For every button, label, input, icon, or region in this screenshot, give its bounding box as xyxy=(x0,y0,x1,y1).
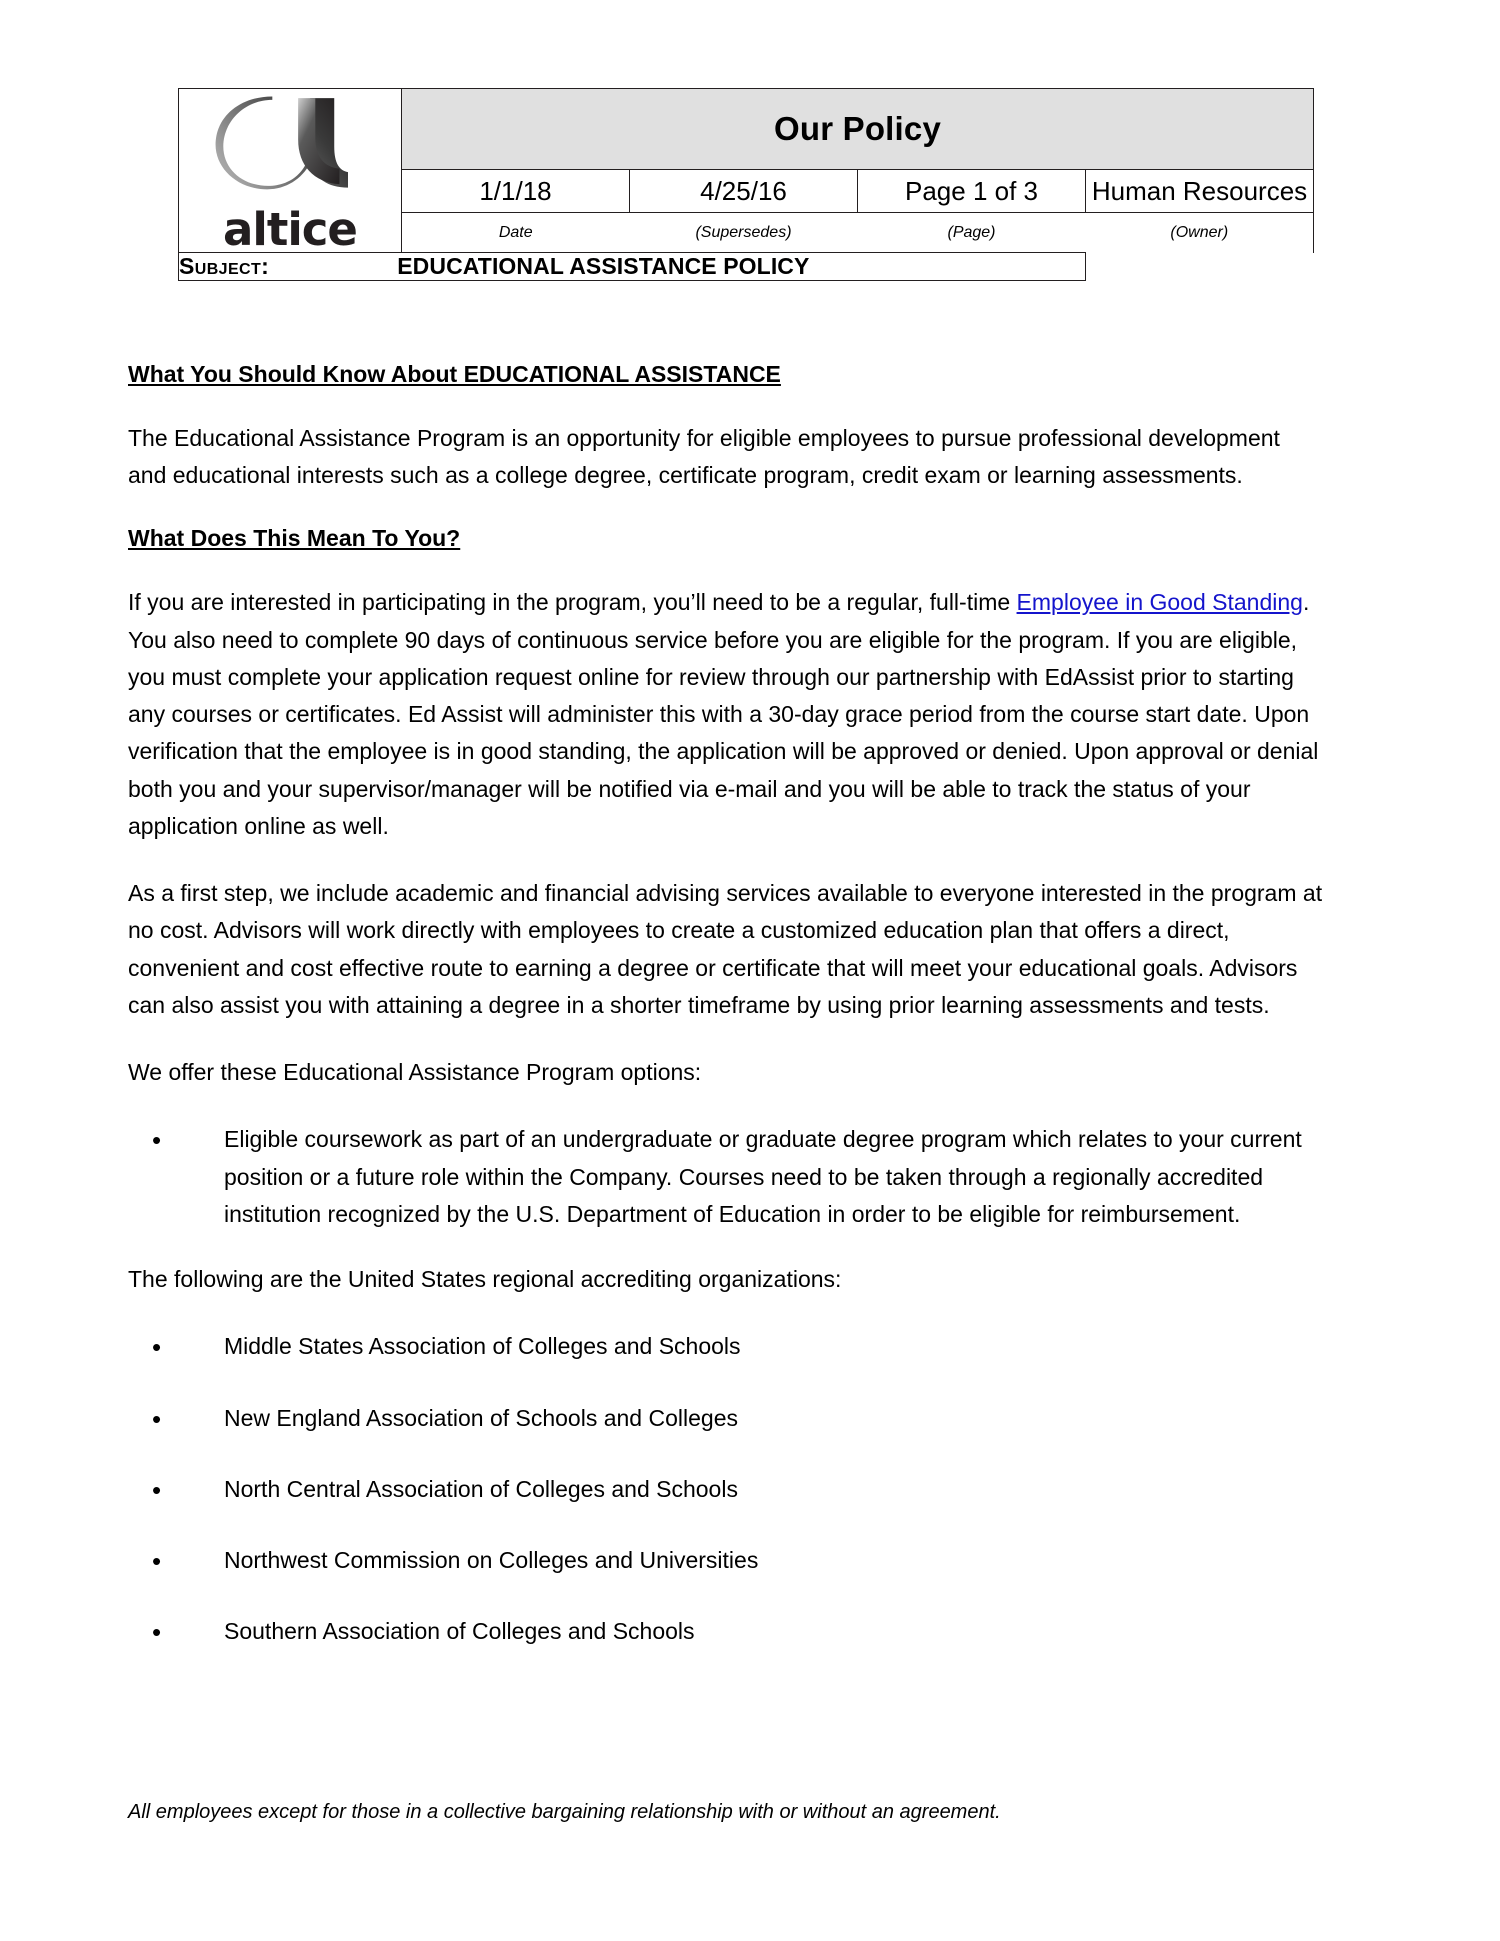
header-value-supersedes: 4/25/16 xyxy=(629,169,858,213)
header-value-owner: Human Resources xyxy=(1085,169,1314,213)
list-item: Middle States Association of Colleges an… xyxy=(128,1326,1324,1368)
subject-label: Subject: xyxy=(179,253,270,279)
employee-in-good-standing-link[interactable]: Employee in Good Standing xyxy=(1017,589,1303,615)
paragraph-eligibility: If you are interested in participating i… xyxy=(128,584,1324,845)
policy-document-page: altice Our Policy 1/1/18 4/25/16 Page 1 … xyxy=(0,0,1500,1941)
logo-cell: altice xyxy=(178,88,402,253)
document-body: What You Should Know About EDUCATIONAL A… xyxy=(128,360,1324,1685)
header-title-row: altice Our Policy xyxy=(178,87,1314,253)
list-item: Northwest Commission on Colleges and Uni… xyxy=(128,1540,1324,1582)
paragraph-program-overview: The Educational Assistance Program is an… xyxy=(128,424,1280,489)
paragraph-advising-services: As a first step, we include academic and… xyxy=(128,880,1323,1018)
altice-logo: altice xyxy=(179,95,401,252)
paragraph-accreditors-intro: The following are the United States regi… xyxy=(128,1266,842,1293)
subject-cell: Subject: EDUCATIONAL ASSISTANCE POLICY xyxy=(178,252,1086,281)
options-bullet-list: Eligible coursework as part of an underg… xyxy=(128,1119,1324,1233)
header-value-date: 1/1/18 xyxy=(401,169,630,213)
list-item: New England Association of Schools and C… xyxy=(128,1398,1324,1440)
altice-wordmark: altice xyxy=(223,203,358,256)
paragraph-eligibility-lead: If you are interested in participating i… xyxy=(128,589,1017,616)
paragraph-options-intro: We offer these Educational Assistance Pr… xyxy=(128,1059,702,1086)
policy-title: Our Policy xyxy=(401,87,1314,171)
header-label-date: Date xyxy=(401,212,630,253)
heading-what-you-should-know: What You Should Know About EDUCATIONAL A… xyxy=(128,361,781,387)
heading-what-does-this-mean: What Does This Mean To You? xyxy=(128,525,461,552)
policy-header-table: altice Our Policy 1/1/18 4/25/16 Page 1 … xyxy=(178,87,1314,281)
altice-a-mark-icon xyxy=(215,96,348,190)
list-item: Southern Association of Colleges and Sch… xyxy=(128,1611,1324,1653)
document-footnote: All employees except for those in a coll… xyxy=(128,1801,1001,1823)
header-label-supersedes: (Supersedes) xyxy=(629,212,858,253)
header-label-page: (Page) xyxy=(857,212,1086,253)
header-label-owner: (Owner) xyxy=(1085,212,1314,253)
accreditor-bullet-list: Middle States Association of Colleges an… xyxy=(128,1326,1324,1653)
paragraph-eligibility-rest: . You also need to complete 90 days of c… xyxy=(128,589,1319,839)
header-subject-row: Subject: EDUCATIONAL ASSISTANCE POLICY xyxy=(178,252,1314,281)
subject-value: EDUCATIONAL ASSISTANCE POLICY xyxy=(397,253,810,279)
header-value-page: Page 1 of 3 xyxy=(857,169,1086,213)
list-item: North Central Association of Colleges an… xyxy=(128,1469,1324,1511)
list-item: Eligible coursework as part of an underg… xyxy=(128,1119,1324,1233)
